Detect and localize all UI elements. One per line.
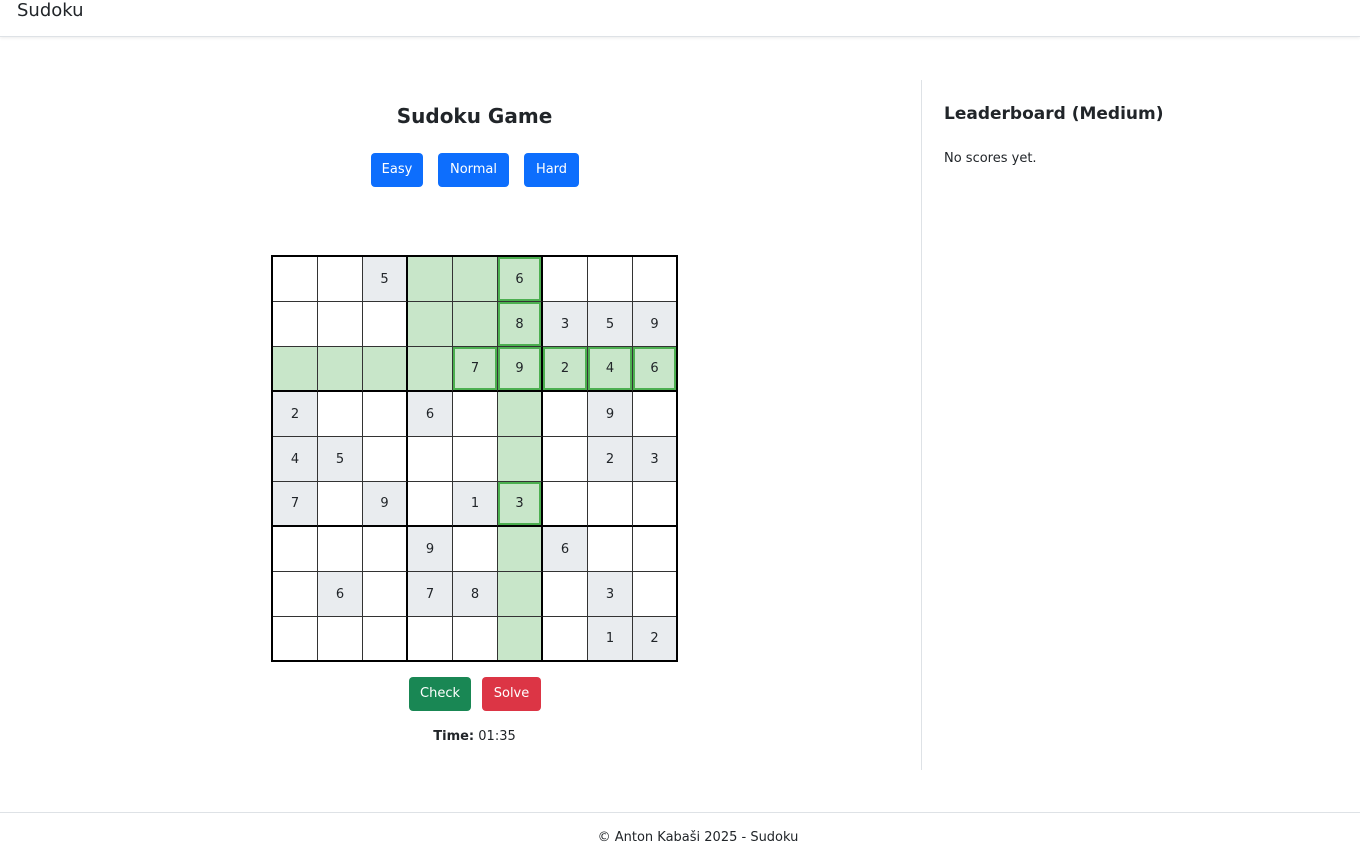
sudoku-cell[interactable]: [273, 302, 318, 347]
sudoku-cell[interactable]: [543, 482, 588, 527]
sudoku-cell[interactable]: [633, 482, 676, 527]
sudoku-cell[interactable]: 9: [588, 392, 633, 437]
sudoku-cell[interactable]: 2: [633, 617, 676, 660]
sudoku-cell[interactable]: [363, 392, 408, 437]
column-divider: [921, 80, 922, 770]
sudoku-cell[interactable]: [408, 617, 453, 660]
sudoku-cell[interactable]: [273, 527, 318, 572]
sudoku-cell[interactable]: [588, 257, 633, 302]
sudoku-cell[interactable]: [318, 482, 363, 527]
sudoku-cell[interactable]: [273, 617, 318, 660]
sudoku-cell[interactable]: 3: [498, 482, 543, 527]
sudoku-cell[interactable]: 5: [363, 257, 408, 302]
sudoku-cell[interactable]: 7: [273, 482, 318, 527]
sudoku-cell[interactable]: 4: [273, 437, 318, 482]
sudoku-cell[interactable]: 6: [498, 257, 543, 302]
easy-button[interactable]: Easy: [371, 153, 423, 187]
sudoku-cell[interactable]: 1: [453, 482, 498, 527]
sudoku-cell[interactable]: [363, 302, 408, 347]
sudoku-cell[interactable]: 2: [588, 437, 633, 482]
hard-button[interactable]: Hard: [524, 153, 579, 187]
navbar-brand[interactable]: Sudoku: [17, 0, 84, 22]
sudoku-cell[interactable]: [498, 437, 543, 482]
sudoku-cell[interactable]: [453, 392, 498, 437]
sudoku-cell[interactable]: [453, 527, 498, 572]
sudoku-cell[interactable]: [498, 572, 543, 617]
sudoku-cell[interactable]: 9: [363, 482, 408, 527]
sudoku-cell[interactable]: 9: [408, 527, 453, 572]
timer-label: Time:: [433, 729, 475, 744]
sudoku-cell[interactable]: [588, 482, 633, 527]
sudoku-cell[interactable]: 8: [453, 572, 498, 617]
sudoku-cell[interactable]: [273, 572, 318, 617]
sudoku-board: 568359792462694523791396678312: [271, 255, 678, 662]
sudoku-cell[interactable]: 6: [543, 527, 588, 572]
sudoku-cell[interactable]: [408, 257, 453, 302]
sudoku-cell[interactable]: [588, 527, 633, 572]
sudoku-cell[interactable]: [318, 527, 363, 572]
sudoku-cell[interactable]: 2: [543, 347, 588, 392]
sudoku-cell[interactable]: [318, 347, 363, 392]
sudoku-cell[interactable]: [363, 617, 408, 660]
sudoku-cell[interactable]: 6: [633, 347, 676, 392]
sudoku-cell[interactable]: 4: [588, 347, 633, 392]
sudoku-cell[interactable]: 9: [498, 347, 543, 392]
sudoku-cell[interactable]: [363, 572, 408, 617]
timer-value: 01:35: [478, 729, 516, 744]
sudoku-cell[interactable]: 3: [633, 437, 676, 482]
sudoku-cell[interactable]: 7: [453, 347, 498, 392]
sudoku-cell[interactable]: [273, 257, 318, 302]
sudoku-cell[interactable]: 8: [498, 302, 543, 347]
sudoku-cell[interactable]: 3: [543, 302, 588, 347]
footer: © Anton Kabaši 2025 - Sudoku: [0, 812, 1360, 854]
normal-button[interactable]: Normal: [438, 153, 509, 187]
sudoku-cell[interactable]: [453, 617, 498, 660]
sudoku-cell[interactable]: [633, 572, 676, 617]
sudoku-cell[interactable]: [633, 257, 676, 302]
sudoku-cell[interactable]: [408, 302, 453, 347]
sudoku-cell[interactable]: [318, 302, 363, 347]
timer: Time: 01:35: [0, 728, 949, 746]
leaderboard-title: Leaderboard (Medium): [944, 104, 1164, 124]
sudoku-cell[interactable]: [543, 392, 588, 437]
sudoku-cell[interactable]: 3: [588, 572, 633, 617]
sudoku-cell[interactable]: 5: [318, 437, 363, 482]
sudoku-cell[interactable]: [543, 617, 588, 660]
sudoku-cell[interactable]: [363, 437, 408, 482]
sudoku-cell[interactable]: [408, 482, 453, 527]
sudoku-cell[interactable]: 1: [588, 617, 633, 660]
sudoku-cell[interactable]: 7: [408, 572, 453, 617]
footer-text: © Anton Kabaši 2025 - Sudoku: [597, 830, 799, 845]
sudoku-cell[interactable]: [363, 347, 408, 392]
sudoku-cell[interactable]: [543, 572, 588, 617]
sudoku-cell[interactable]: [633, 527, 676, 572]
check-button[interactable]: Check: [409, 677, 471, 711]
sudoku-cell[interactable]: [498, 392, 543, 437]
sudoku-cell[interactable]: 6: [318, 572, 363, 617]
sudoku-cell[interactable]: [273, 347, 318, 392]
sudoku-cell[interactable]: [318, 257, 363, 302]
sudoku-cell[interactable]: [543, 257, 588, 302]
sudoku-cell[interactable]: [498, 527, 543, 572]
sudoku-cell[interactable]: [633, 392, 676, 437]
navbar: Sudoku: [0, 0, 1360, 37]
sudoku-cell[interactable]: [408, 437, 453, 482]
sudoku-cell[interactable]: 9: [633, 302, 676, 347]
sudoku-cell[interactable]: [453, 302, 498, 347]
sudoku-cell[interactable]: [453, 437, 498, 482]
sudoku-cell[interactable]: [318, 617, 363, 660]
game-title: Sudoku Game: [396, 104, 553, 128]
sudoku-cell[interactable]: [408, 347, 453, 392]
sudoku-cell[interactable]: [498, 617, 543, 660]
solve-button[interactable]: Solve: [482, 677, 541, 711]
sudoku-cell[interactable]: [543, 437, 588, 482]
sudoku-cell[interactable]: 2: [273, 392, 318, 437]
sudoku-cell[interactable]: [363, 527, 408, 572]
sudoku-cell[interactable]: 5: [588, 302, 633, 347]
leaderboard-empty-message: No scores yet.: [944, 151, 1037, 166]
sudoku-cell[interactable]: [318, 392, 363, 437]
sudoku-cell[interactable]: 6: [408, 392, 453, 437]
sudoku-cell[interactable]: [453, 257, 498, 302]
